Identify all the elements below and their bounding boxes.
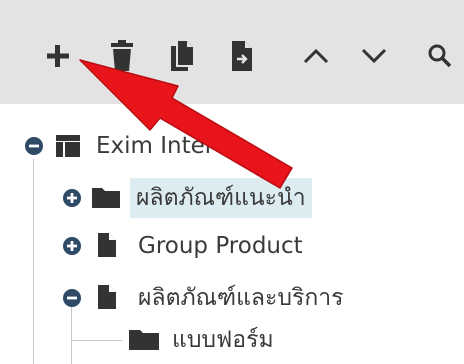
delete-button[interactable] [102, 36, 142, 76]
expand-icon[interactable] [62, 236, 82, 256]
chevron-down-icon [361, 48, 387, 64]
search-button[interactable] [420, 36, 460, 76]
move-up-button[interactable] [296, 36, 336, 76]
file-move-icon [232, 41, 252, 71]
tree-node-products-and-services[interactable]: ผลิตภัณฑ์และบริการ [0, 278, 464, 318]
tree-node-forms[interactable]: แบบฟอร์ม [0, 320, 464, 360]
table-icon [56, 135, 80, 157]
toolbar [0, 0, 464, 104]
collapse-icon[interactable] [24, 136, 44, 156]
document-icon [98, 233, 116, 257]
tree-node-label: ผลิตภัณฑ์และบริการ [138, 285, 344, 311]
move-button[interactable] [222, 36, 262, 76]
folder-icon [129, 330, 159, 350]
move-down-button[interactable] [354, 36, 394, 76]
folder-icon [92, 188, 120, 208]
tree-node-label: Group Product [138, 233, 303, 259]
tree-node-recommended-products[interactable]: ผลิตภัณฑ์แนะนำ [0, 178, 464, 218]
plus-icon [47, 45, 69, 67]
tree-node-label: Exim Inter [96, 133, 215, 159]
tree-node-label: แบบฟอร์ม [172, 327, 274, 353]
tree-node-exim-inter[interactable]: Exim Inter [0, 126, 464, 166]
tree-node-group-product[interactable]: Group Product [0, 226, 464, 266]
chevron-up-icon [303, 48, 329, 64]
collapse-icon[interactable] [62, 288, 82, 308]
copy-button[interactable] [162, 36, 202, 76]
tree-node-label: ผลิตภัณฑ์แนะนำ [130, 178, 312, 218]
search-icon [428, 44, 452, 68]
copy-icon [171, 41, 193, 71]
trash-icon [111, 40, 133, 71]
add-button[interactable] [38, 36, 78, 76]
expand-icon[interactable] [62, 188, 82, 208]
tree-view: Exim Inter ผลิตภัณฑ์แนะนำ Group Product [0, 104, 464, 364]
document-icon [98, 285, 116, 309]
